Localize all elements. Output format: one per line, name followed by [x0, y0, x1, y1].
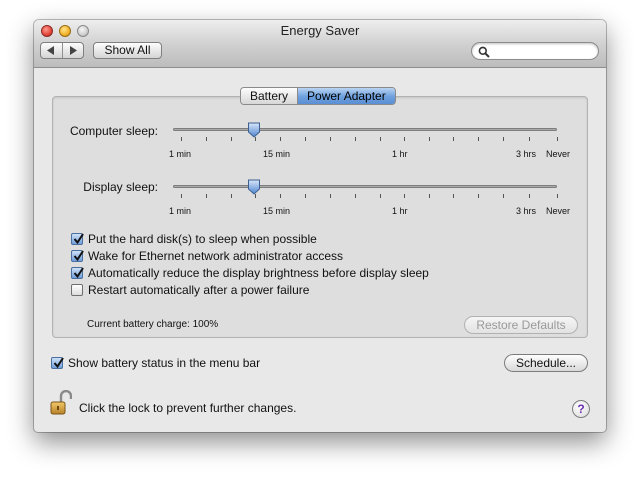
- help-icon[interactable]: ?: [572, 400, 590, 418]
- triangle-right-icon: [69, 46, 77, 55]
- search-input[interactable]: [492, 44, 592, 58]
- option-label: Restart automatically after a power fail…: [88, 283, 310, 297]
- tab-power-adapter[interactable]: Power Adapter: [297, 88, 395, 104]
- slider-tick: [503, 194, 504, 198]
- option-label: Put the hard disk(s) to sleep when possi…: [88, 232, 317, 246]
- slider-tick: [529, 194, 530, 198]
- option-label: Show battery status in the menu bar: [68, 356, 261, 370]
- computer-sleep-label: Computer sleep:: [69, 124, 158, 138]
- tick-label-15-min: 15 min: [263, 206, 291, 216]
- checkmark-icon: [73, 250, 84, 262]
- slider-tick: [429, 137, 430, 141]
- computer-sleep-slider-thumb[interactable]: [247, 122, 261, 138]
- checkbox-restart-after-power-failure[interactable]: [71, 284, 83, 296]
- checkbox-reduce-brightness[interactable]: [71, 267, 84, 279]
- option-wake-ethernet[interactable]: Wake for Ethernet network administrator …: [71, 248, 343, 264]
- slider-tick: [330, 137, 331, 141]
- energy-saver-window: Energy Saver Show All Battery Power Adap…: [34, 20, 606, 432]
- slider-tick: [206, 194, 207, 198]
- slider-tick: [355, 137, 356, 141]
- slider-tick: [453, 194, 454, 198]
- slider-tick: [255, 194, 256, 198]
- display-sleep-slider-track[interactable]: [173, 185, 557, 188]
- show-all-button[interactable]: Show All: [93, 42, 162, 59]
- slider-tick: [181, 194, 182, 198]
- slider-tick: [181, 137, 182, 141]
- checkbox-wake-ethernet[interactable]: [71, 250, 84, 262]
- display-sleep-slider-thumb[interactable]: [247, 179, 261, 195]
- tick-label-1-hr: 1 hr: [392, 206, 408, 216]
- tab-battery[interactable]: Battery: [241, 88, 298, 104]
- slider-tick: [231, 194, 232, 198]
- slider-tick: [404, 137, 405, 141]
- slider-tick: [557, 194, 558, 198]
- lock-icon[interactable]: [50, 390, 72, 416]
- checkmark-icon: [53, 357, 64, 369]
- slider-tick: [478, 137, 479, 141]
- slider-tick: [557, 137, 558, 141]
- option-reduce-brightness[interactable]: Automatically reduce the display brightn…: [71, 265, 429, 281]
- tick-label-15-min: 15 min: [263, 149, 291, 159]
- slider-tick: [255, 137, 256, 141]
- slider-tick: [330, 194, 331, 198]
- computer-sleep-slider-track[interactable]: [173, 128, 557, 131]
- slider-tick: [305, 194, 306, 198]
- slider-tick: [529, 137, 530, 141]
- forward-button[interactable]: [63, 43, 84, 58]
- option-hard-disk-sleep[interactable]: Put the hard disk(s) to sleep when possi…: [71, 231, 317, 247]
- option-label: Automatically reduce the display brightn…: [88, 266, 429, 280]
- slider-tick: [380, 137, 381, 141]
- tick-label-1-min: 1 min: [169, 206, 192, 216]
- checkmark-icon: [73, 233, 84, 245]
- tick-label-never: Never: [546, 206, 571, 216]
- schedule-button[interactable]: Schedule...: [504, 354, 588, 372]
- slider-tick: [453, 137, 454, 141]
- slider-tick: [231, 137, 232, 141]
- slider-tick: [280, 137, 281, 141]
- checkmark-icon: [73, 267, 84, 279]
- lock-message: Click the lock to prevent further change…: [79, 401, 297, 415]
- search-field[interactable]: [471, 42, 599, 60]
- slider-tick: [280, 194, 281, 198]
- back-button[interactable]: [41, 43, 63, 58]
- slider-tick: [380, 194, 381, 198]
- tick-label-never: Never: [546, 149, 571, 159]
- triangle-left-icon: [47, 46, 55, 55]
- tick-label-3-hrs: 3 hrs: [516, 149, 537, 159]
- tick-label-1-min: 1 min: [169, 149, 192, 159]
- back-forward-control: [40, 42, 84, 59]
- window-title: Energy Saver: [280, 23, 360, 38]
- tab-bar: Battery Power Adapter: [240, 87, 396, 105]
- slider-tick: [478, 194, 479, 198]
- checkbox-hard-disk-sleep[interactable]: [71, 233, 84, 245]
- slider-tick: [206, 137, 207, 141]
- tick-label-1-hr: 1 hr: [392, 149, 408, 159]
- slider-tick: [429, 194, 430, 198]
- option-label: Wake for Ethernet network administrator …: [88, 249, 343, 263]
- slider-tick: [503, 137, 504, 141]
- checkbox-show-battery-status[interactable]: [51, 357, 64, 369]
- tick-label-3-hrs: 3 hrs: [516, 206, 537, 216]
- search-icon: [478, 46, 490, 58]
- display-sleep-label: Display sleep:: [83, 180, 158, 194]
- slider-tick: [305, 137, 306, 141]
- option-show-battery-status[interactable]: Show battery status in the menu bar: [51, 355, 260, 371]
- title-bar: Energy Saver Show All: [34, 20, 606, 68]
- slider-tick: [404, 194, 405, 198]
- restore-defaults-button[interactable]: Restore Defaults: [464, 316, 578, 334]
- option-restart-after-power-failure[interactable]: Restart automatically after a power fail…: [71, 282, 309, 298]
- slider-tick: [355, 194, 356, 198]
- battery-charge-text: Current battery charge: 100%: [87, 319, 219, 330]
